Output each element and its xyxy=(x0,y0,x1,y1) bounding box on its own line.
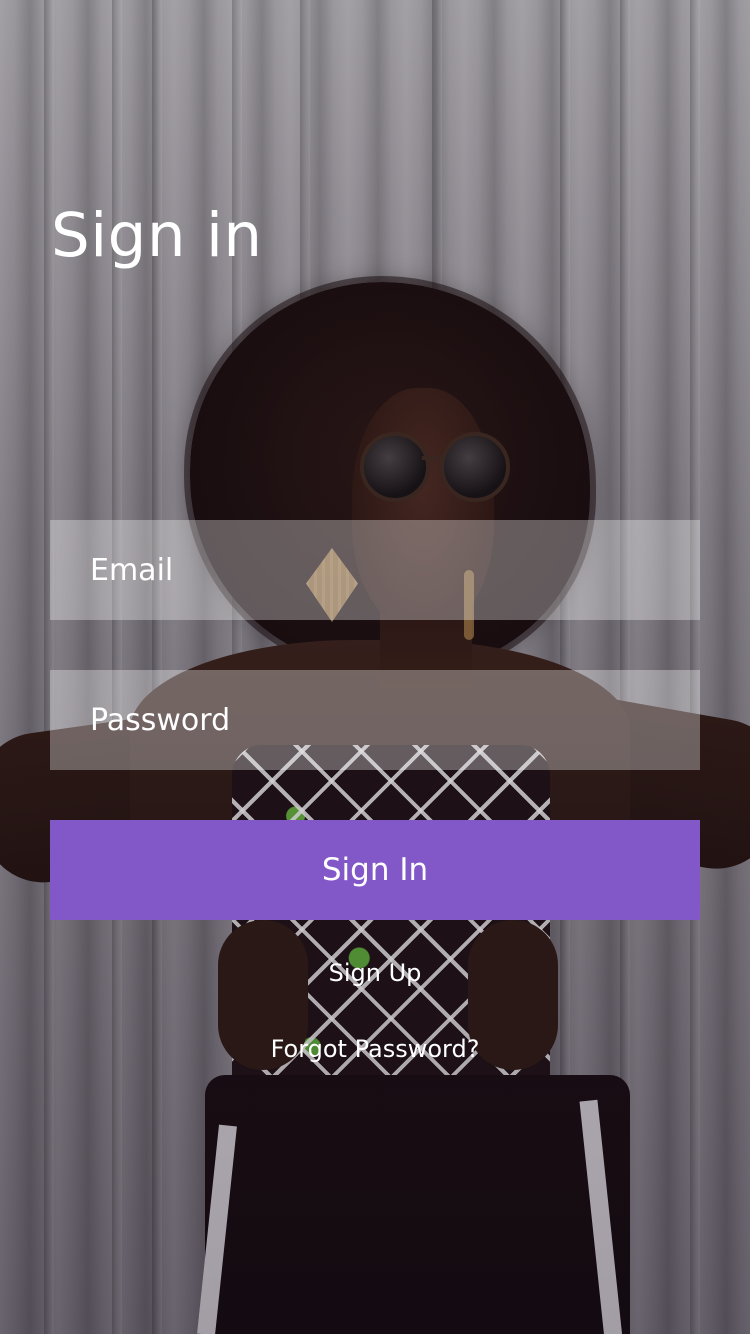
forgot-password-link[interactable]: Forgot Password? xyxy=(0,1029,750,1069)
password-field[interactable] xyxy=(50,670,700,770)
sign-up-link[interactable]: Sign Up xyxy=(0,953,750,993)
page-title: Sign in xyxy=(51,200,263,271)
sign-in-button[interactable]: Sign In xyxy=(50,820,700,920)
email-field[interactable] xyxy=(50,520,700,620)
